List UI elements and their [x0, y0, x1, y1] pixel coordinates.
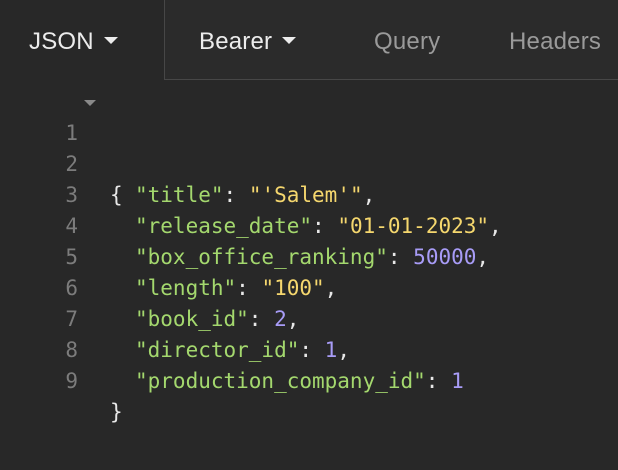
code-line: 2 "title": "'Salem'", — [0, 118, 618, 207]
code-line: 8 "production_company_id": 1 — [0, 304, 618, 393]
tab-headers[interactable]: Headers — [509, 27, 601, 57]
code-line: 4 "box_office_ranking": 50000, — [0, 180, 618, 269]
code-line: 5 "length": "100", — [0, 211, 618, 300]
json-field: "production_company_id": 1 — [135, 366, 464, 397]
line-number: 9 — [65, 369, 78, 393]
chevron-down-icon — [103, 37, 118, 45]
close-brace: } — [110, 400, 123, 424]
code-line: 1 { — [0, 87, 618, 207]
json-key: "production_company_id" — [135, 369, 426, 393]
auth-type-dropdown[interactable]: Bearer — [199, 27, 297, 57]
code-line: 6 "book_id": 2, — [0, 242, 618, 331]
body-type-text: JSON — [29, 28, 94, 55]
auth-tab-group: Bearer Query Headers — [164, 0, 618, 80]
body-type-dropdown[interactable]: JSON — [0, 0, 164, 80]
json-body-editor[interactable]: 1 { 2 "title": "'Salem'", 3 "release_dat… — [0, 87, 618, 470]
code-line: 3 "release_date": "01-01-2023", — [0, 149, 618, 238]
code-line: 7 "director_id": 1, — [0, 273, 618, 362]
fold-toggle-icon[interactable] — [84, 100, 96, 106]
request-tab-bar: JSON Bearer Query Headers — [0, 0, 618, 80]
json-colon: : — [425, 369, 452, 393]
body-type-label: JSON — [29, 27, 118, 57]
code-line: 9 } — [0, 335, 618, 424]
tab-query[interactable]: Query — [374, 27, 440, 57]
chevron-down-icon — [282, 37, 297, 45]
auth-type-text: Bearer — [199, 28, 273, 55]
json-value: 1 — [451, 369, 464, 393]
